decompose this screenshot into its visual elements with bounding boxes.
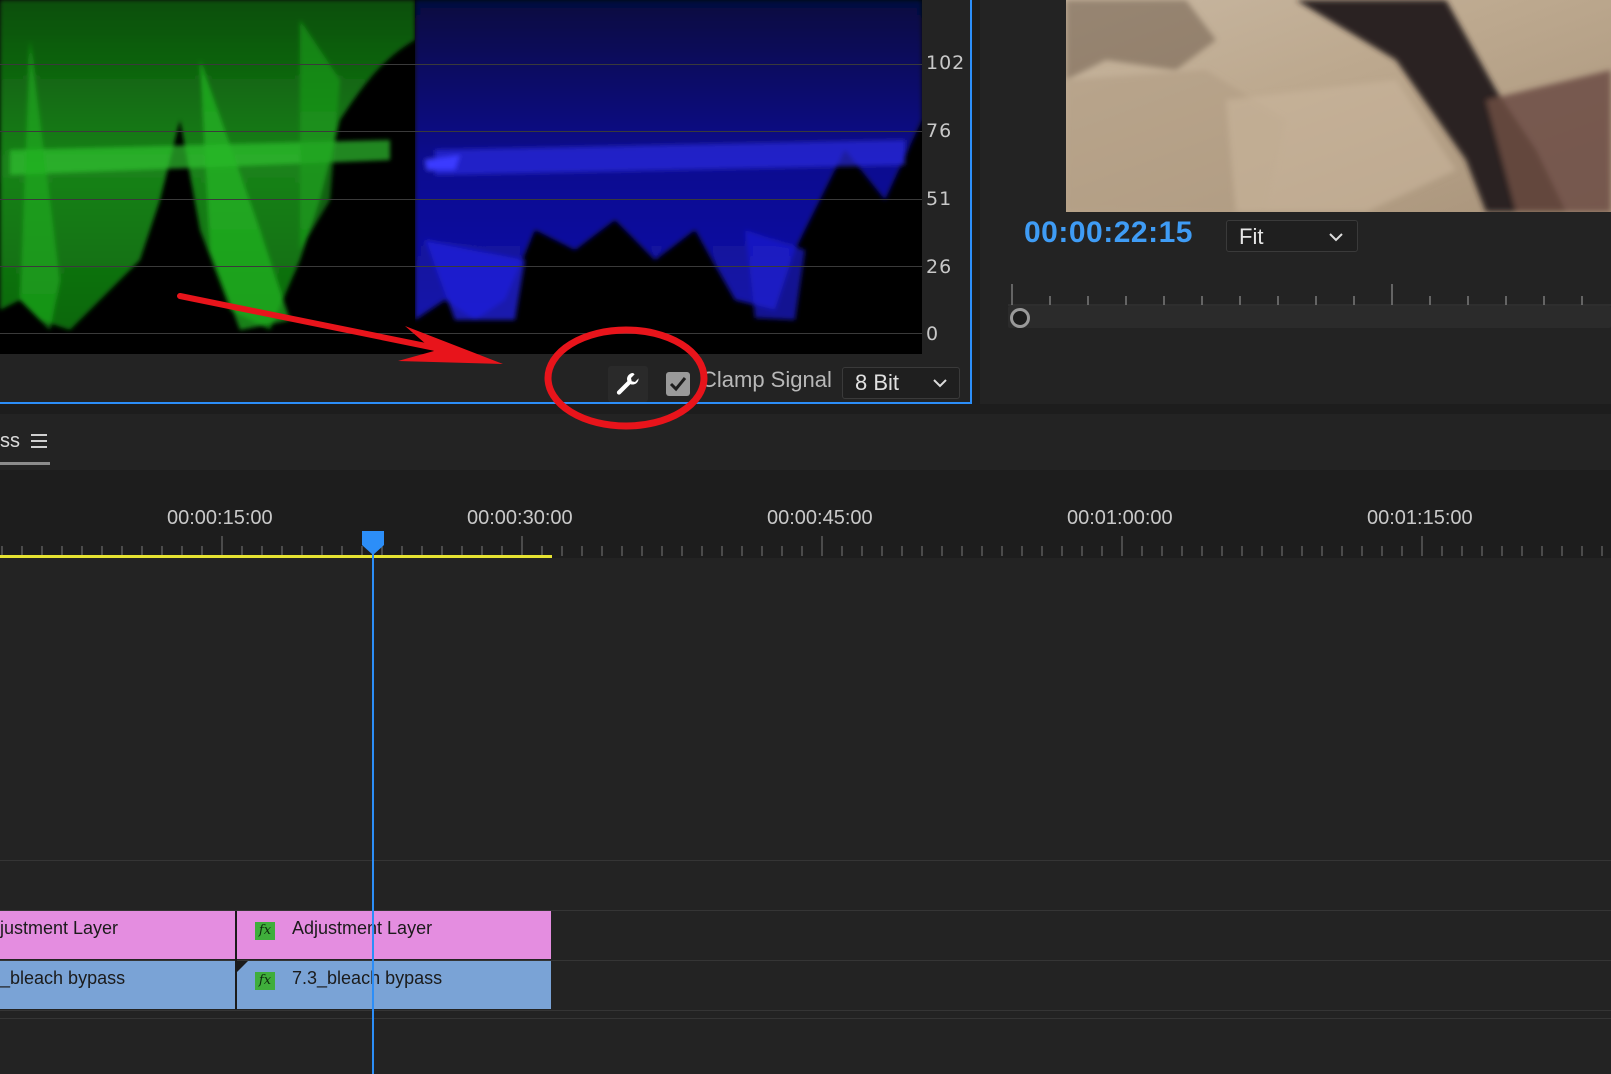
axis-label: 26 [926,256,953,278]
clip-label: Adjustment Layer [292,918,433,938]
chevron-down-icon [1329,233,1343,242]
playhead-timecode[interactable]: 00:00:22:15 [1024,216,1193,250]
axis-label: 76 [926,120,953,142]
lumetri-scopes-panel: 102 76 51 26 0 [0,0,972,404]
ruler-timecode-label: 00:00:45:00 [767,507,873,529]
zoom-level-dropdown[interactable]: Fit [1226,220,1358,252]
program-scrub-bar[interactable] [1008,306,1611,328]
rgb-parade-waveform [0,0,922,354]
playhead-line[interactable] [372,540,374,1074]
fx-icon: fx [255,972,275,990]
transition-marker-icon [237,961,248,972]
adjustment-layer-clip[interactable]: justment Layer [0,911,235,959]
gridline [0,199,922,200]
bit-depth-dropdown[interactable]: 8 Bit [842,367,960,399]
hamburger-menu-icon[interactable] [30,432,48,450]
clamp-signal-checkbox[interactable] [666,372,690,396]
wrench-icon [616,373,639,395]
video-clip[interactable]: fx 7.3_bleach bypass [237,961,551,1009]
bit-depth-value: 8 Bit [855,370,900,395]
clamp-signal-label: Clamp Signal [701,367,832,392]
program-playhead-handle[interactable] [1010,308,1030,328]
ruler-timecode-label: 00:01:15:00 [1367,507,1473,529]
track-divider [0,1010,1611,1011]
timeline-header [0,414,1611,470]
green-channel-trace [0,0,415,330]
clip-label: 7.3_bleach bypass [292,968,443,988]
track-divider [0,1018,1611,1019]
axis-label: 51 [926,188,953,210]
axis-label: 0 [926,323,940,345]
gridline [0,266,922,267]
gridline [0,131,922,132]
ruler-timecode-label: 00:00:30:00 [467,507,573,529]
ruler-timecode-label: 00:01:00:00 [1067,507,1173,529]
video-clip[interactable]: _bleach bypass [0,961,235,1009]
video-frame-image [1066,0,1611,212]
track-divider [0,860,1611,861]
sequence-tab-label: ss [0,430,20,452]
fx-icon: fx [255,922,275,940]
active-tab-indicator [0,462,50,465]
gridline [0,64,922,65]
clip-edit-point[interactable] [235,911,237,1009]
ruler-timecode-label: 00:00:15:00 [167,507,273,529]
gridline [0,333,922,334]
clip-label: justment Layer [0,918,119,938]
sequence-tab[interactable]: ss [0,430,20,453]
axis-label-top-partial [926,0,933,10]
chevron-down-icon [933,379,947,388]
program-monitor-video[interactable] [1066,0,1611,212]
clip-label: _bleach bypass [0,968,126,988]
playhead-icon[interactable] [362,531,384,555]
blue-channel-trace [415,0,922,320]
checkmark-icon [669,377,687,392]
axis-label: 102 [926,52,966,74]
program-monitor-ruler [1008,284,1611,306]
scope-settings-button[interactable] [608,366,648,402]
zoom-level-value: Fit [1239,224,1264,249]
adjustment-layer-clip[interactable]: fx Adjustment Layer [237,911,551,959]
